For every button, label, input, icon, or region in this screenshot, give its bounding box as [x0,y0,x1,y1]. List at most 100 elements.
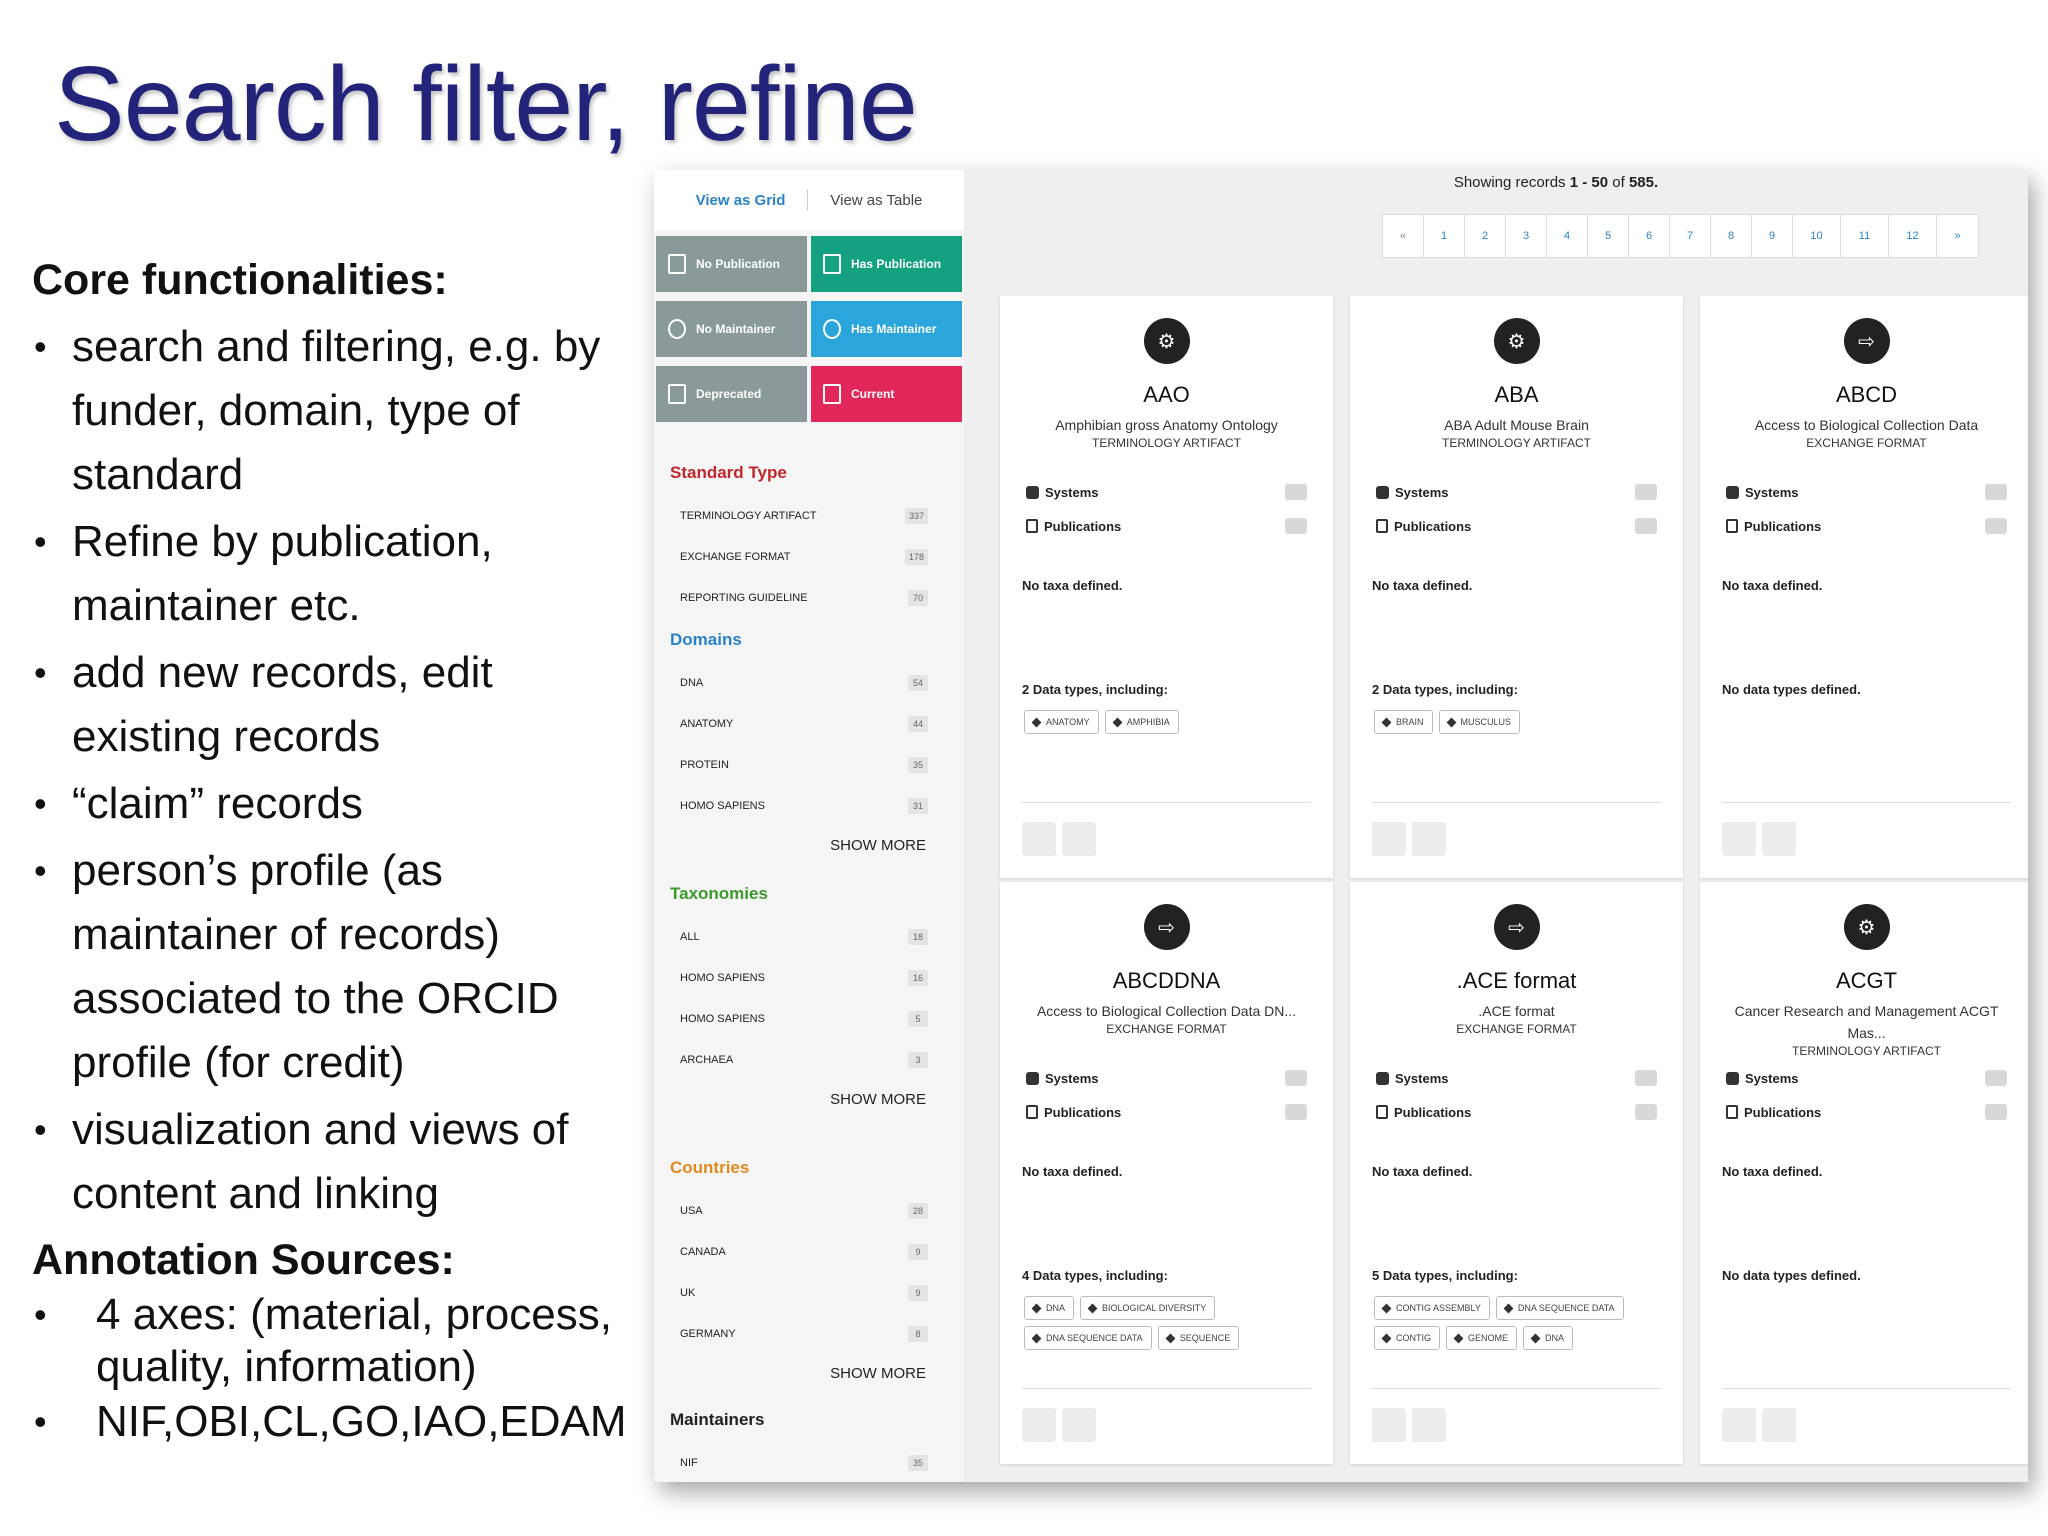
current-button[interactable]: Current [811,366,962,422]
facet-count: 337 [904,507,928,524]
tag[interactable]: GENOME [1446,1326,1518,1350]
summary-range: 1 - 50 [1569,174,1609,191]
page-prev-button[interactable]: « [1383,215,1424,257]
tag[interactable]: SEQUENCE [1157,1326,1240,1350]
record-card[interactable]: ⇨ .ACE format .ACE format EXCHANGE FORMA… [1350,882,1683,1464]
facet-item[interactable]: HOMO SAPIENS 5 [654,998,964,1039]
facet-label: ALL [680,930,700,943]
systems-label: Systems [1045,1070,1099,1086]
systems-count [1985,1070,2007,1086]
summary-of: of [1608,174,1629,191]
tag[interactable]: CONTIG [1374,1326,1440,1350]
has-maintainer-button[interactable]: Has Maintainer [811,301,962,357]
page-button[interactable]: 3 [1506,215,1547,257]
publications-row: Publications [1026,518,1307,534]
page-button[interactable]: 8 [1711,215,1752,257]
record-card[interactable]: ⚙ ABA ABA Adult Mouse Brain TERMINOLOGY … [1350,296,1683,878]
record-abbreviation: ACGT [1835,968,1898,993]
facet-item[interactable]: REPORTING GUIDELINE 70 [654,577,964,618]
record-abbreviation: ABCD [1835,382,1898,407]
facet-item[interactable]: TERMINOLOGY ARTIFACT 337 [654,495,964,536]
record-card[interactable]: ⚙ AAO Amphibian gross Anatomy Ontology T… [1000,296,1333,878]
slide-title: Search filter, refine [54,45,918,163]
publications-row: Publications [1376,518,1657,534]
facet-item[interactable]: GERMANY 8 [654,1313,964,1354]
user-icon [823,319,841,339]
tag[interactable]: ANATOMY [1024,710,1099,734]
has-publication-button[interactable]: Has Publication [811,236,962,292]
facet-item[interactable]: HOMO SAPIENS 31 [654,785,964,826]
publications-count [1985,1104,2007,1120]
facet-item[interactable]: HOMO SAPIENS 16 [654,957,964,998]
show-more-link[interactable]: SHOW MORE [654,1080,964,1120]
divider [807,189,809,211]
tag[interactable]: BRAIN [1374,710,1433,734]
no-maintainer-button[interactable]: No Maintainer [656,301,807,357]
page-button[interactable]: 2 [1465,215,1506,257]
tag[interactable]: DNA SEQUENCE DATA [1024,1326,1152,1350]
facet-count: 3 [908,1051,928,1068]
page-button[interactable]: 1 [1424,215,1465,257]
facet-item[interactable]: PROTEIN 35 [654,744,964,785]
tag[interactable]: BIOLOGICAL DIVERSITY [1080,1296,1216,1320]
page-button[interactable]: 7 [1670,215,1711,257]
record-name: ABA Adult Mouse Brain [1444,417,1589,433]
no-publication-button[interactable]: No Publication [656,236,807,292]
page-button[interactable]: 9 [1752,215,1793,257]
facet-item[interactable]: EXCHANGE FORMAT 178 [654,536,964,577]
tag[interactable]: AMPHIBIA [1104,710,1179,734]
page-button[interactable]: 10 [1793,215,1841,257]
user-icon [1062,822,1096,856]
thumbs-down-icon [668,384,686,404]
facet-count: 5 [908,1010,928,1027]
deprecated-button[interactable]: Deprecated [656,366,807,422]
page-next-button[interactable]: » [1937,215,1978,257]
view-as-table-link[interactable]: View as Table [830,192,922,209]
facet-item[interactable]: ARCHAEA 3 [654,1039,964,1080]
page-button[interactable]: 5 [1588,215,1629,257]
database-icon [1376,485,1389,499]
facet-item[interactable]: USA 28 [654,1190,964,1231]
book-icon [1022,822,1056,856]
record-card[interactable]: ⚙ ACGT Cancer Research and Management AC… [1700,882,2028,1464]
systems-label: Systems [1045,484,1099,500]
tag[interactable]: DNA [1523,1326,1574,1350]
page-button[interactable]: 11 [1841,215,1889,257]
record-type: TERMINOLOGY ARTIFACT [1792,1044,1941,1058]
user-icon [1762,1408,1796,1442]
record-card[interactable]: ⇨ ABCDDNA Access to Biological Collectio… [1000,882,1333,1464]
tag[interactable]: MUSCULUS [1438,710,1521,734]
publications-label: Publications [1044,1104,1122,1120]
facet-label: CANADA [680,1245,726,1258]
page-button[interactable]: 12 [1889,215,1937,257]
database-icon [1026,485,1039,499]
divider [1372,802,1661,803]
card-footer-icons [1372,1408,1446,1442]
page-button[interactable]: 6 [1629,215,1670,257]
facet-count: 178 [904,548,928,565]
publications-count [1635,1104,1657,1120]
tag[interactable]: CONTIG ASSEMBLY [1374,1296,1490,1320]
facet-item[interactable]: NIF 35 [654,1442,964,1482]
record-abbreviation: .ACE format [1456,968,1577,993]
systems-row: Systems [1726,484,2007,500]
book-icon [1022,1408,1056,1442]
page-button[interactable]: 4 [1547,215,1588,257]
core-list: search and filtering, e.g. by funder, do… [32,315,652,1226]
facet-item[interactable]: ANATOMY 44 [654,703,964,744]
tag[interactable]: DNA [1024,1296,1075,1320]
facet-item[interactable]: ALL 18 [654,916,964,957]
database-icon [1376,1071,1389,1085]
view-as-grid-link[interactable]: View as Grid [696,192,786,209]
show-more-link[interactable]: SHOW MORE [654,1354,964,1394]
user-icon [668,319,686,339]
facet-item[interactable]: CANADA 9 [654,1231,964,1272]
record-card[interactable]: ⇨ ABCD Access to Biological Collection D… [1700,296,2028,878]
facet-title: Countries [670,1158,750,1177]
show-more-link[interactable]: SHOW MORE [654,826,964,866]
facet-item[interactable]: DNA 54 [654,662,964,703]
tag[interactable]: DNA SEQUENCE DATA [1495,1296,1624,1320]
core-item: visualization and views of content and l… [32,1098,652,1226]
publications-count [1985,518,2007,534]
facet-item[interactable]: UK 9 [654,1272,964,1313]
